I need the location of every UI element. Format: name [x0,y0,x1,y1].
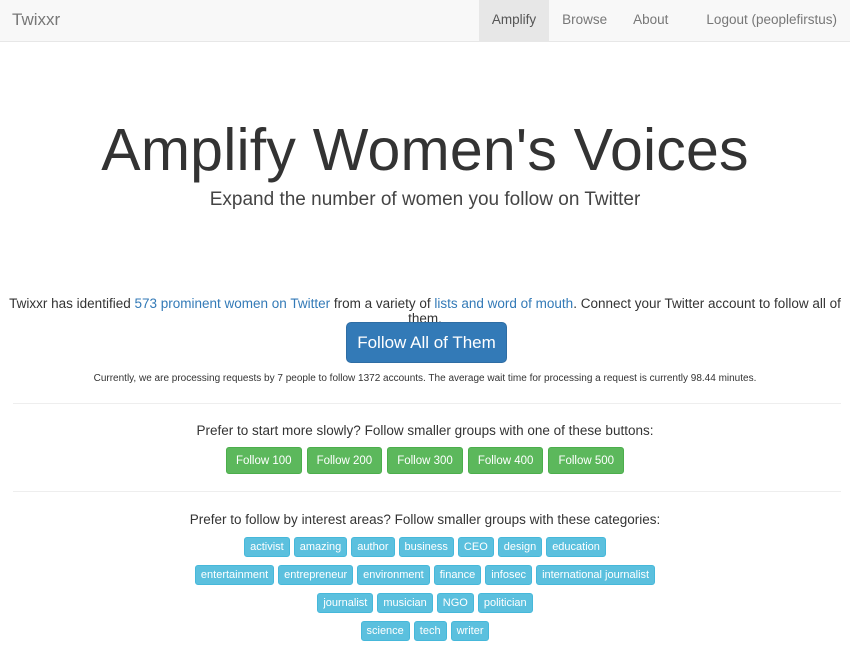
divider [13,491,841,492]
category-button-author[interactable]: author [351,537,395,557]
navbar: Twixxr Amplify Browse About Logout (peop… [0,0,850,42]
category-button-writer[interactable]: writer [450,621,490,641]
intro-prefix: Twixxr has identified [9,296,135,311]
nav-menu: Amplify Browse About Logout (peoplefirst… [478,0,850,41]
follow-500-button[interactable]: Follow 500 [548,447,625,474]
category-row: journalist musician NGO politician [0,593,850,613]
follow-100-button[interactable]: Follow 100 [225,447,302,474]
category-row: activist amazing author business CEO des… [0,537,850,557]
category-button-entrepreneur[interactable]: entrepreneur [278,565,354,585]
category-button-amazing[interactable]: amazing [293,537,348,557]
category-button-business[interactable]: business [398,537,454,557]
category-button-design[interactable]: design [497,537,543,557]
divider [13,403,841,404]
category-button-tech[interactable]: tech [413,621,447,641]
group-buttons: Follow 100 Follow 200 Follow 300 Follow … [0,447,850,474]
category-row: science tech writer [0,621,850,641]
processing-status: Currently, we are processing requests by… [93,373,757,384]
page-title: Amplify Women's Voices [101,117,749,183]
category-button-musician[interactable]: musician [377,593,433,613]
nav-item-about[interactable]: About [620,0,681,41]
nav-item-browse[interactable]: Browse [549,0,620,41]
category-button-journalist[interactable]: journalist [317,593,374,613]
nav-item-amplify[interactable]: Amplify [478,0,550,41]
follow-all-button[interactable]: Follow All of Them [346,322,507,363]
category-button-ngo[interactable]: NGO [436,593,474,613]
category-button-international-journalist[interactable]: international journalist [536,565,656,585]
follow-300-button[interactable]: Follow 300 [387,447,463,474]
follow-400-button[interactable]: Follow 400 [467,447,544,474]
category-button-environment[interactable]: environment [357,565,430,585]
category-button-education[interactable]: education [546,537,606,557]
lists-link[interactable]: lists and word of mouth [434,296,573,311]
category-button-science[interactable]: science [360,621,410,641]
brand-logo[interactable]: Twixxr [12,10,60,30]
category-button-finance[interactable]: finance [433,565,482,585]
category-button-entertainment[interactable]: entertainment [194,565,275,585]
women-count-link[interactable]: 573 prominent women on Twitter [134,296,330,311]
category-row: entertainment entrepreneur environment f… [0,565,850,585]
category-button-infosec[interactable]: infosec [485,565,533,585]
page-subtitle: Expand the number of women you follow on… [209,189,641,210]
follow-200-button[interactable]: Follow 200 [306,447,383,474]
category-button-politician[interactable]: politician [477,593,533,613]
category-button-activist[interactable]: activist [244,537,290,557]
nav-item-logout[interactable]: Logout (peoplefirstus) [681,0,850,41]
category-button-ceo[interactable]: CEO [457,537,494,557]
categories-label: Prefer to follow by interest areas? Foll… [189,512,661,527]
intro-middle: from a variety of [330,296,435,311]
groups-label: Prefer to start more slowly? Follow smal… [196,423,654,438]
